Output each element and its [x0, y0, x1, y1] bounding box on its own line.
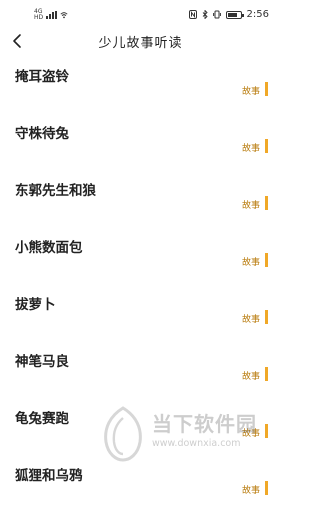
accent-bar: [265, 196, 268, 210]
list-item[interactable]: 东郭先生和狼 故事: [0, 170, 281, 227]
accent-bar: [265, 139, 268, 153]
story-title: 神笔马良: [15, 354, 69, 370]
category-tag: 故事: [241, 372, 260, 382]
category-tag: 故事: [241, 258, 260, 268]
list-item[interactable]: 龟兔赛跑 故事: [0, 398, 281, 455]
accent-bar: [265, 424, 268, 438]
accent-bar: [265, 481, 268, 495]
category-tag: 故事: [241, 429, 260, 439]
category-tag: 故事: [241, 486, 260, 496]
list-item[interactable]: 拔萝卜 故事: [0, 284, 281, 341]
category-tag: 故事: [241, 315, 260, 325]
story-title: 狐狸和乌鸦: [15, 468, 83, 484]
category-tag: 故事: [241, 201, 260, 211]
story-list: 掩耳盗铃 故事 守株待兔 故事 东郭先生和狼 故事 小熊数面包 故事 拔萝卜 故…: [0, 56, 281, 512]
status-time: 2:56: [246, 9, 269, 20]
accent-bar: [265, 82, 268, 96]
list-item[interactable]: 狐狸和乌鸦 故事: [0, 455, 281, 512]
story-title: 拔萝卜: [15, 297, 56, 313]
bluetooth-icon: [202, 10, 208, 19]
vibrate-icon: [212, 10, 221, 19]
page-title: 少儿故事听读: [98, 36, 183, 51]
signal-icon: [46, 11, 58, 19]
story-title: 掩耳盗铃: [15, 69, 69, 85]
nfc-icon: [188, 10, 197, 19]
story-title: 小熊数面包: [15, 240, 83, 256]
story-title: 东郭先生和狼: [15, 183, 96, 199]
list-item[interactable]: 守株待兔 故事: [0, 113, 281, 170]
story-title: 龟兔赛跑: [15, 411, 69, 427]
status-left: 4G HD: [34, 9, 68, 21]
category-tag: 故事: [241, 87, 260, 97]
accent-bar: [265, 367, 268, 381]
network-type-labels: 4G HD: [34, 9, 43, 21]
list-item[interactable]: 小熊数面包 故事: [0, 227, 281, 284]
status-right: 2:56: [188, 9, 269, 20]
story-title: 守株待兔: [15, 126, 69, 142]
status-bar: 4G HD 2:56: [0, 0, 281, 28]
category-tag: 故事: [241, 144, 260, 154]
battery-icon: [225, 10, 244, 19]
accent-bar: [265, 310, 268, 324]
network-label-hd: HD: [34, 14, 44, 21]
list-item[interactable]: 掩耳盗铃 故事: [0, 56, 281, 113]
navigation-bar: 少儿故事听读: [0, 28, 281, 56]
list-item[interactable]: 神笔马良 故事: [0, 341, 281, 398]
wifi-icon: [60, 12, 68, 19]
accent-bar: [265, 253, 268, 267]
battery-level: [227, 12, 238, 17]
